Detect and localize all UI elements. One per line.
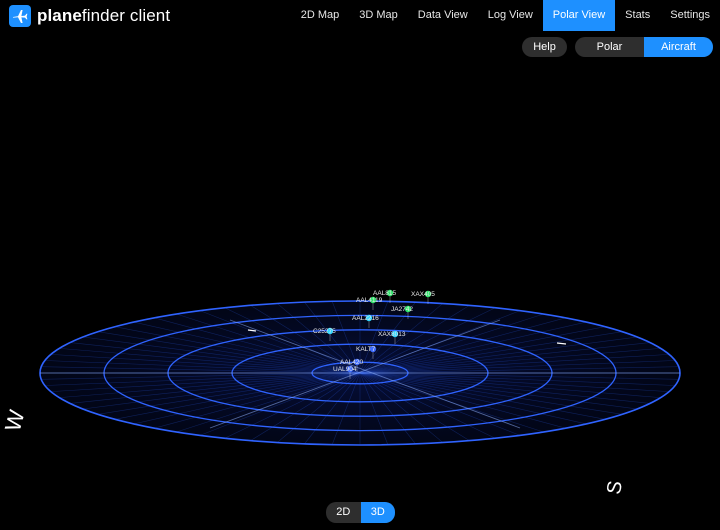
aircraft-label: AAL420 — [340, 359, 364, 366]
2d-button[interactable]: 2D — [326, 502, 361, 523]
dimension-toggle: 2D 3D — [326, 502, 395, 523]
aircraft-label: UAL904 — [333, 366, 357, 373]
aircraft-label: XAX8013 — [378, 331, 406, 338]
compass-west-label: W — [0, 407, 29, 434]
aircraft-label: JA2742 — [391, 306, 413, 313]
aircraft-label: AAL2216 — [352, 315, 379, 322]
polar-grid — [39, 300, 681, 446]
aircraft-label: C25275 — [313, 328, 336, 335]
compass-south-label: S — [603, 479, 627, 496]
aircraft-label: XAX405 — [411, 291, 435, 298]
aircraft-label: KALT7 — [356, 346, 376, 353]
polar-plot[interactable]: W S AAL815 XAX405 AAL4119 JA2742 AAL2216 C252… — [0, 0, 720, 530]
aircraft-label: AAL815 — [373, 290, 397, 297]
aircraft-label: AAL4119 — [356, 297, 383, 304]
3d-button[interactable]: 3D — [360, 502, 395, 523]
